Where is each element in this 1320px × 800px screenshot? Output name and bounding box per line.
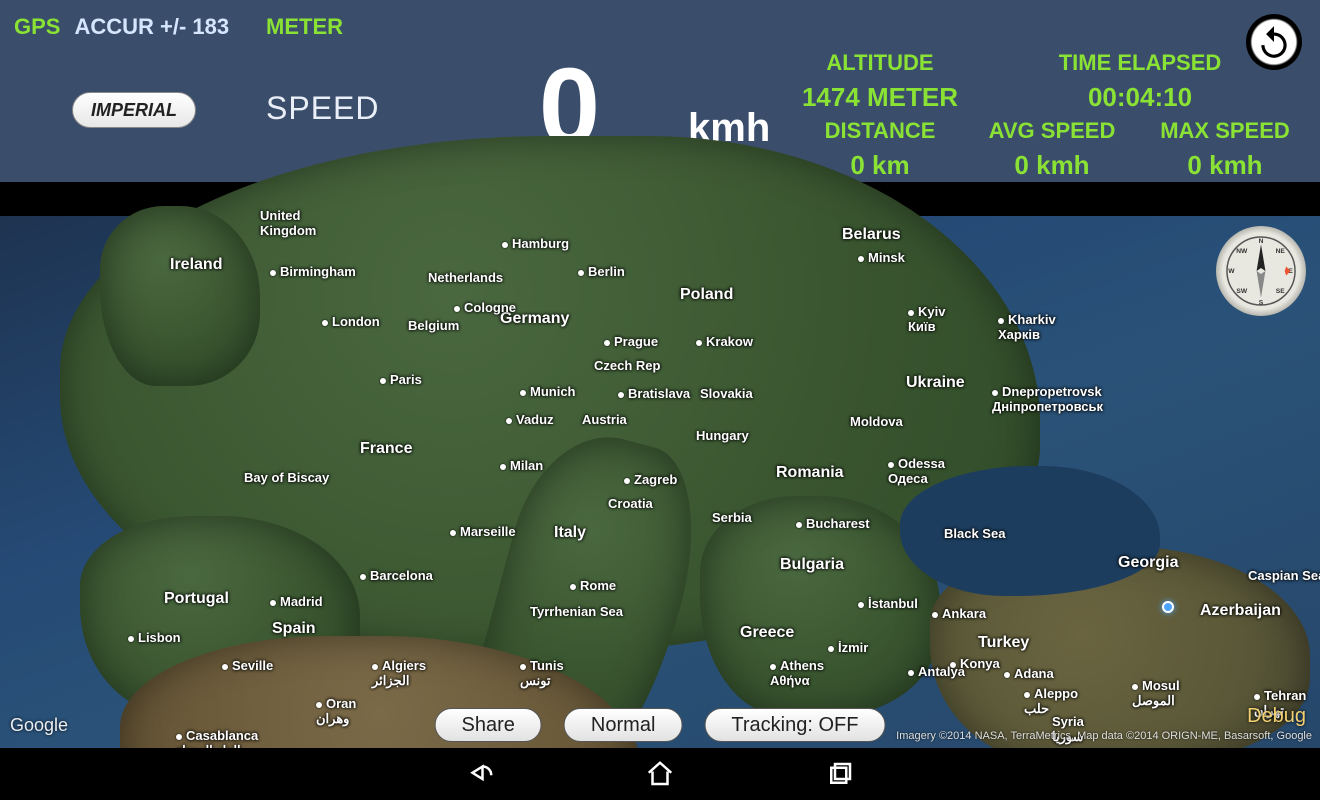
svg-text:SW: SW bbox=[1236, 288, 1247, 295]
units-toggle-button[interactable]: IMPERIAL bbox=[72, 92, 196, 128]
stat-time-elapsed: TIME ELAPSED 00:04:10 bbox=[1040, 50, 1240, 113]
svg-text:SE: SE bbox=[1276, 288, 1285, 295]
elapsed-value: 00:04:10 bbox=[1040, 82, 1240, 113]
max-speed-label: MAX SPEED bbox=[1140, 118, 1310, 144]
speed-label: SPEED bbox=[266, 90, 379, 127]
max-speed-value: 0 kmh bbox=[1140, 150, 1310, 181]
recent-apps-icon bbox=[825, 759, 855, 789]
nav-recent-button[interactable] bbox=[820, 754, 860, 794]
svg-text:NW: NW bbox=[1236, 248, 1248, 255]
altitude-label: ALTITUDE bbox=[800, 50, 960, 76]
stat-altitude: ALTITUDE 1474 METER bbox=[800, 50, 960, 113]
reset-button[interactable] bbox=[1246, 14, 1302, 70]
units-toggle-label: IMPERIAL bbox=[91, 100, 177, 121]
tracking-toggle-button[interactable]: Tracking: OFF bbox=[704, 708, 885, 742]
gps-status: GPS ACCUR +/- 183 bbox=[14, 14, 229, 40]
altitude-value: 1474 METER bbox=[800, 82, 960, 113]
avg-speed-label: AVG SPEED bbox=[972, 118, 1132, 144]
android-navbar bbox=[0, 748, 1320, 800]
compass-icon: NE SW NESE SWNW bbox=[1224, 234, 1298, 308]
gps-label: GPS bbox=[14, 14, 60, 40]
map-button-row: Share Normal Tracking: OFF bbox=[435, 708, 886, 742]
stat-max-speed: MAX SPEED 0 kmh bbox=[1140, 118, 1310, 181]
back-icon bbox=[465, 759, 495, 789]
nav-home-button[interactable] bbox=[640, 754, 680, 794]
svg-text:W: W bbox=[1228, 268, 1235, 275]
elapsed-label: TIME ELAPSED bbox=[1040, 50, 1240, 76]
distance-label: DISTANCE bbox=[800, 118, 960, 144]
svg-text:N: N bbox=[1259, 238, 1264, 245]
map-view[interactable]: IrelandUnited KingdomBirminghamLondonNet… bbox=[0, 216, 1320, 748]
share-button[interactable]: Share bbox=[435, 708, 542, 742]
undo-icon bbox=[1255, 23, 1293, 61]
stat-avg-speed: AVG SPEED 0 kmh bbox=[972, 118, 1132, 181]
location-marker bbox=[1162, 601, 1174, 613]
gps-accuracy: ACCUR +/- 183 bbox=[74, 14, 229, 40]
compass-button[interactable]: NE SW NESE SWNW bbox=[1216, 226, 1306, 316]
gps-unit-label: METER bbox=[266, 14, 343, 40]
home-icon bbox=[645, 759, 675, 789]
nav-back-button[interactable] bbox=[460, 754, 500, 794]
map-mode-button[interactable]: Normal bbox=[564, 708, 682, 742]
svg-text:NE: NE bbox=[1276, 248, 1286, 255]
svg-text:S: S bbox=[1259, 299, 1264, 306]
avg-speed-value: 0 kmh bbox=[972, 150, 1132, 181]
